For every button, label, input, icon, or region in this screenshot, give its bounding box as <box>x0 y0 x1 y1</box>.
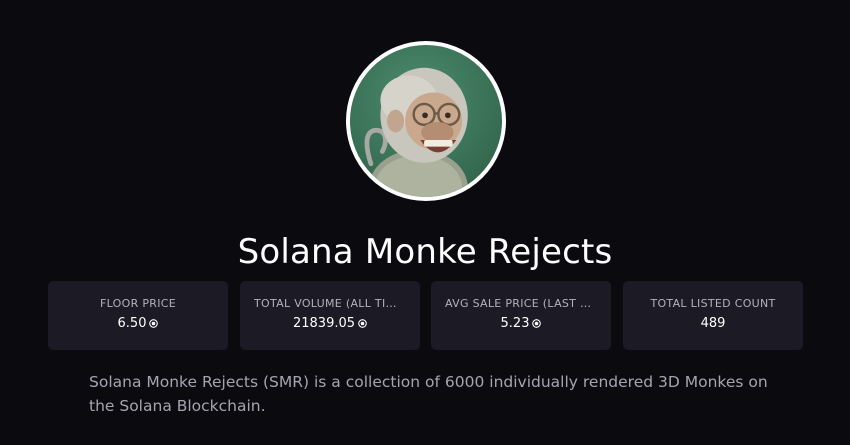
stat-card-avg-sale-price: AVG SALE PRICE (LAST 24... 5.23 <box>431 281 611 350</box>
stat-label: FLOOR PRICE <box>100 297 176 310</box>
stat-label: AVG SALE PRICE (LAST 24... <box>445 297 597 310</box>
stat-value: 489 <box>700 316 726 331</box>
solana-coin-icon <box>532 319 542 328</box>
stat-card-floor-price: FLOOR PRICE 6.50 <box>48 281 228 350</box>
stat-value-row: 6.50 <box>62 315 214 333</box>
collection-description: Solana Monke Rejects (SMR) is a collecti… <box>89 373 768 415</box>
solana-coin-icon <box>358 319 367 328</box>
stat-value-row: 21839.05 <box>254 315 406 333</box>
collection-avatar <box>346 41 506 201</box>
stat-value-row: 5.23 <box>445 315 597 333</box>
solana-coin-icon <box>149 319 159 328</box>
stat-label: TOTAL LISTED COUNT <box>650 297 776 310</box>
stat-card-total-volume: TOTAL VOLUME (ALL TIME... 21839.05 <box>240 281 420 350</box>
stat-value-row: 489 <box>637 315 789 333</box>
stat-label: TOTAL VOLUME (ALL TIME... <box>254 297 406 310</box>
stat-card-total-listed-count: TOTAL LISTED COUNT 489 <box>623 281 803 350</box>
collection-title: Solana Monke Rejects <box>237 232 613 272</box>
stat-value: 21839.05 <box>292 316 356 331</box>
monke-avatar-image <box>364 67 468 197</box>
stat-value: 5.23 <box>500 316 530 331</box>
stat-value: 6.50 <box>117 316 147 331</box>
